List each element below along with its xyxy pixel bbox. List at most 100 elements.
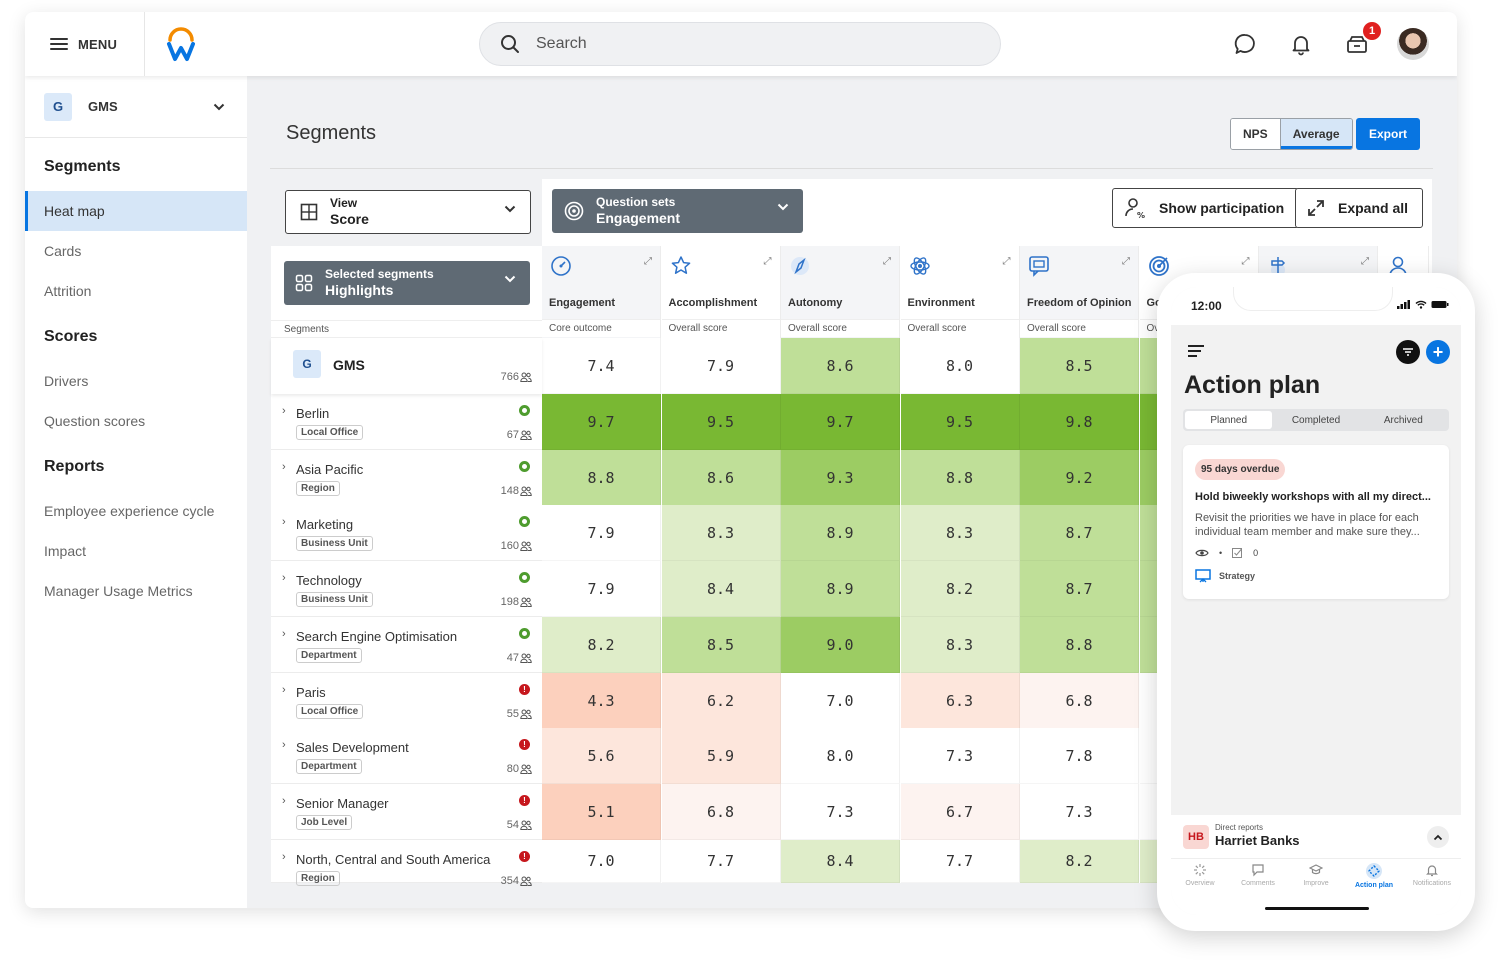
segment-row[interactable]: › Berlin Local Office 67 — [271, 394, 542, 450]
collapse-button[interactable] — [1427, 826, 1449, 848]
heatmap-cell[interactable]: 7.9 — [542, 561, 661, 617]
expand-row-chevron-icon[interactable]: › — [282, 684, 286, 696]
heatmap-cell[interactable]: 9.2 — [1020, 450, 1139, 506]
sidebar-item-cards[interactable]: Cards — [25, 231, 247, 271]
heatmap-cell[interactable]: 9.7 — [781, 394, 900, 450]
heatmap-cell[interactable]: 5.1 — [542, 784, 661, 840]
sidebar-item-impact[interactable]: Impact — [25, 531, 247, 571]
column-header-engagement[interactable]: ⤢ Engagement Core outcome — [542, 246, 661, 338]
heatmap-cell[interactable]: 8.8 — [542, 450, 661, 506]
nav-notifications[interactable]: Notifications — [1403, 863, 1461, 915]
segment-row[interactable]: › Paris Local Office! 55 — [271, 673, 542, 729]
heatmap-cell[interactable]: 8.6 — [781, 338, 900, 394]
heatmap-cell[interactable]: 8.8 — [1020, 617, 1139, 673]
menu-lines-icon[interactable] — [1187, 344, 1205, 358]
average-toggle-option[interactable]: Average — [1280, 119, 1352, 149]
heatmap-cell[interactable]: 7.3 — [1020, 784, 1139, 840]
add-button[interactable]: + — [1426, 340, 1450, 364]
selected-segments-dropdown[interactable]: Selected segments Highlights — [284, 261, 530, 305]
segment-row[interactable]: › Senior Manager Job Level! 54 — [271, 784, 542, 840]
heatmap-cell[interactable]: 8.4 — [661, 561, 781, 617]
expand-row-chevron-icon[interactable]: › — [282, 516, 286, 528]
column-header-environment[interactable]: ⤢ Environment Overall score — [900, 246, 1020, 338]
expand-column-icon[interactable]: ⤢ — [1242, 256, 1250, 267]
sidebar-item-manager-usage-metrics[interactable]: Manager Usage Metrics — [25, 571, 247, 611]
segment-row[interactable]: › Asia Pacific Region 148 — [271, 450, 542, 506]
heatmap-cell[interactable]: 6.2 — [661, 673, 781, 729]
bell-icon[interactable] — [1289, 32, 1313, 56]
heatmap-cell[interactable]: 8.2 — [900, 561, 1020, 617]
search-bar[interactable] — [479, 22, 1001, 66]
heatmap-cell[interactable]: 8.5 — [1020, 338, 1139, 394]
heatmap-cell[interactable]: 7.4 — [542, 338, 661, 394]
expand-column-icon[interactable]: ⤢ — [764, 256, 772, 267]
expand-column-icon[interactable]: ⤢ — [644, 256, 652, 267]
heatmap-cell[interactable]: 5.6 — [542, 728, 661, 784]
expand-row-chevron-icon[interactable]: › — [282, 572, 286, 584]
show-participation-button[interactable]: % Show participation — [1112, 188, 1300, 228]
heatmap-cell[interactable]: 7.9 — [542, 505, 661, 561]
heatmap-cell[interactable]: 6.8 — [1020, 673, 1139, 729]
heatmap-cell[interactable]: 6.7 — [900, 784, 1020, 840]
menu-button[interactable]: MENU — [25, 12, 145, 76]
user-avatar[interactable] — [1397, 28, 1429, 60]
nps-toggle-option[interactable]: NPS — [1231, 119, 1281, 149]
expand-column-icon[interactable]: ⤢ — [1003, 256, 1011, 267]
filter-button[interactable] — [1396, 340, 1420, 364]
direct-reports-bar[interactable]: HB Direct reports Harriet Banks — [1171, 815, 1461, 859]
chat-icon[interactable] — [1233, 32, 1257, 56]
expand-row-chevron-icon[interactable]: › — [282, 628, 286, 640]
heatmap-cell[interactable]: 8.8 — [900, 450, 1020, 506]
overall-segment-row[interactable]: G GMS 766 — [271, 338, 542, 394]
tab-planned[interactable]: Planned — [1185, 411, 1273, 429]
column-header-accomplishment[interactable]: ⤢ Accomplishment Overall score — [661, 246, 781, 338]
segment-row[interactable]: › Technology Business Unit 198 — [271, 561, 542, 617]
tab-archived[interactable]: Archived — [1360, 411, 1447, 429]
heatmap-cell[interactable]: 7.7 — [900, 840, 1020, 883]
heatmap-cell[interactable]: 7.8 — [1020, 728, 1139, 784]
heatmap-cell[interactable]: 8.0 — [781, 728, 900, 784]
sidebar-item-heat-map[interactable]: Heat map — [25, 191, 247, 231]
heatmap-cell[interactable]: 8.2 — [1020, 840, 1139, 883]
column-header-autonomy[interactable]: ⤢ Autonomy Overall score — [781, 246, 900, 338]
sidebar-item-employee-experience-cycle[interactable]: Employee experience cycle — [25, 491, 247, 531]
column-header-freedom-of-opinion[interactable]: ⤢ Freedom of Opinion Overall score — [1020, 246, 1139, 338]
action-plan-card[interactable]: 95 days overdue Hold biweekly workshops … — [1183, 445, 1449, 599]
heatmap-cell[interactable]: 8.3 — [661, 505, 781, 561]
export-button[interactable]: Export — [1356, 118, 1421, 150]
search-input[interactable] — [536, 35, 936, 53]
segment-row[interactable]: › North, Central and South America Region!… — [271, 840, 542, 887]
heatmap-cell[interactable]: 7.3 — [781, 784, 900, 840]
org-selector[interactable]: G GMS — [25, 76, 247, 138]
heatmap-cell[interactable]: 9.0 — [781, 617, 900, 673]
heatmap-cell[interactable]: 6.3 — [900, 673, 1020, 729]
heatmap-cell[interactable]: 6.8 — [661, 784, 781, 840]
expand-all-button[interactable]: Expand all — [1295, 188, 1424, 228]
expand-column-icon[interactable]: ⤢ — [1361, 256, 1369, 267]
heatmap-cell[interactable]: 8.3 — [900, 505, 1020, 561]
heatmap-cell[interactable]: 9.7 — [542, 394, 661, 450]
heatmap-cell[interactable]: 8.9 — [781, 505, 900, 561]
segment-row[interactable]: › Search Engine Optimisation Department 47 — [271, 617, 542, 673]
expand-column-icon[interactable]: ⤢ — [1122, 256, 1130, 267]
heatmap-cell[interactable]: 8.5 — [661, 617, 781, 673]
heatmap-cell[interactable]: 7.7 — [661, 840, 781, 883]
heatmap-cell[interactable]: 8.6 — [661, 450, 781, 506]
nav-overview[interactable]: Overview — [1171, 863, 1229, 915]
expand-row-chevron-icon[interactable]: › — [282, 461, 286, 473]
heatmap-cell[interactable]: 8.4 — [781, 840, 900, 883]
inbox-button[interactable]: 1 — [1345, 22, 1381, 56]
expand-row-chevron-icon[interactable]: › — [282, 795, 286, 807]
expand-row-chevron-icon[interactable]: › — [282, 739, 286, 751]
question-sets-dropdown[interactable]: Question sets Engagement — [552, 189, 803, 233]
heatmap-cell[interactable]: 9.5 — [661, 394, 781, 450]
heatmap-cell[interactable]: 9.8 — [1020, 394, 1139, 450]
workday-logo[interactable] — [165, 26, 197, 62]
heatmap-cell[interactable]: 8.3 — [900, 617, 1020, 673]
tab-completed[interactable]: Completed — [1272, 411, 1359, 429]
heatmap-cell[interactable]: 7.9 — [661, 338, 781, 394]
segment-row[interactable]: › Marketing Business Unit 160 — [271, 505, 542, 561]
heatmap-cell[interactable]: 9.3 — [781, 450, 900, 506]
sidebar-item-attrition[interactable]: Attrition — [25, 271, 247, 311]
heatmap-cell[interactable]: 5.9 — [661, 728, 781, 784]
